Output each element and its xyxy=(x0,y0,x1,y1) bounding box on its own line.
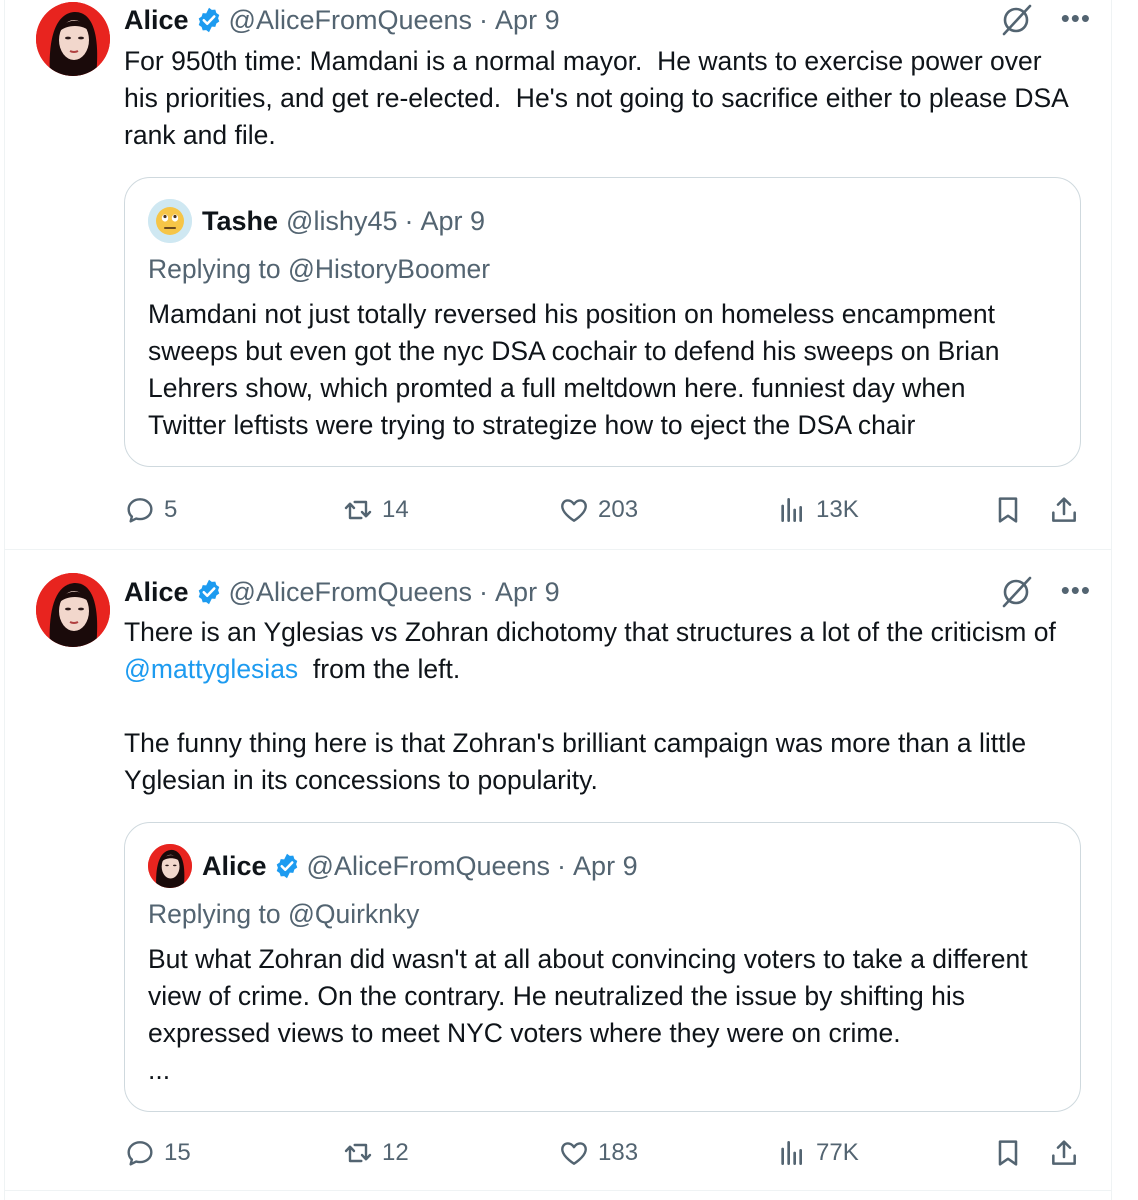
tweet-header: Alice @AliceFromQueens · Apr 9 xyxy=(124,572,1084,612)
tweet-date[interactable]: Apr 9 xyxy=(495,577,560,608)
separator-dot: · xyxy=(557,850,567,881)
bookmark-icon xyxy=(998,497,1018,523)
grok-icon[interactable] xyxy=(999,3,1033,37)
retweet-button[interactable]: 14 xyxy=(342,490,409,530)
replying-to[interactable]: Replying to @HistoryBoomer xyxy=(148,254,490,285)
reply-icon xyxy=(127,1141,153,1166)
tweet-text: For 950th time: Mamdani is a normal mayo… xyxy=(124,46,1069,150)
quoted-tweet-date[interactable]: Apr 9 xyxy=(573,851,638,882)
grok-icon[interactable] xyxy=(999,575,1033,609)
verified-badge-icon xyxy=(195,578,223,606)
tweet-actions: 5 14 203 13K xyxy=(124,490,1084,530)
timeline-feed: Alice @AliceFromQueens · Apr 9 ••• For 9… xyxy=(4,0,1112,1200)
face-emoji-avatar[interactable] xyxy=(148,199,192,243)
verified-badge-icon xyxy=(273,852,301,880)
quoted-tweet-header: Tashe @lishy45 · Apr 9 xyxy=(148,198,485,244)
views-icon xyxy=(781,498,802,522)
view-count: 77K xyxy=(816,1139,859,1166)
quoted-author-name[interactable]: Tashe xyxy=(202,206,278,237)
replying-to[interactable]: Replying to @Quirknky xyxy=(148,899,419,930)
mention-link[interactable]: @mattyglesias xyxy=(124,654,298,684)
like-icon xyxy=(561,1142,587,1165)
more-icon[interactable]: ••• xyxy=(1061,0,1091,36)
tweet-text-paragraph: The funny thing here is that Zohran's br… xyxy=(124,728,1027,795)
author-handle[interactable]: @AliceFromQueens xyxy=(229,5,473,36)
like-button[interactable]: 203 xyxy=(558,490,638,530)
verified-badge-icon xyxy=(195,6,223,34)
retweet-count: 14 xyxy=(382,496,409,523)
tweet-text-line: from the left. xyxy=(298,654,461,684)
tweet[interactable]: Alice @AliceFromQueens · Apr 9 ••• For 9… xyxy=(5,0,1111,550)
tweet-date[interactable]: Apr 9 xyxy=(495,5,560,36)
quoted-author-handle[interactable]: @AliceFromQueens xyxy=(307,851,551,882)
author-handle[interactable]: @AliceFromQueens xyxy=(229,577,473,608)
tweet[interactable]: Alice @AliceFromQueens · Apr 9 ••• There… xyxy=(5,550,1111,1191)
tweet-header: Alice @AliceFromQueens · Apr 9 xyxy=(124,0,1084,40)
like-button[interactable]: 183 xyxy=(558,1133,638,1173)
tweet-text: There is an Yglesias vs Zohran dichotomy… xyxy=(124,614,1094,688)
reply-icon xyxy=(127,498,153,523)
views-button[interactable]: 13K xyxy=(776,490,859,530)
quoted-author-handle[interactable]: @lishy45 xyxy=(286,206,397,237)
reply-button[interactable]: 5 xyxy=(124,490,177,530)
retweet-button[interactable]: 12 xyxy=(342,1133,409,1173)
separator-dot: · xyxy=(479,576,489,607)
quoted-tweet-text: But what Zohran did wasn't at all about … xyxy=(148,944,1028,1085)
tweet-actions: 15 12 183 77K xyxy=(124,1133,1084,1173)
share-icon xyxy=(1052,1140,1076,1165)
views-button[interactable]: 77K xyxy=(776,1133,859,1173)
avatar[interactable] xyxy=(36,2,110,76)
retweet-icon xyxy=(344,1143,372,1163)
retweet-icon xyxy=(344,500,372,520)
quoted-tweet-text: Mamdani not just totally reversed his po… xyxy=(148,299,1000,440)
retweet-count: 12 xyxy=(382,1139,409,1166)
share-button[interactable] xyxy=(1048,1133,1080,1173)
bookmark-button[interactable] xyxy=(992,1133,1024,1173)
quoted-author-name[interactable]: Alice xyxy=(202,851,267,882)
view-count: 13K xyxy=(816,496,859,523)
share-icon xyxy=(1052,497,1076,522)
reply-button[interactable]: 15 xyxy=(124,1133,191,1173)
author-name[interactable]: Alice xyxy=(124,577,189,608)
separator-dot: · xyxy=(479,4,489,35)
quoted-tweet[interactable]: Alice @AliceFromQueens · Apr 9 Replying … xyxy=(124,822,1081,1112)
tweet-text-line: There is an Yglesias vs Zohran dichotomy… xyxy=(124,617,1056,647)
reply-count: 5 xyxy=(164,496,178,523)
reply-count: 15 xyxy=(164,1139,191,1166)
author-name[interactable]: Alice xyxy=(124,5,189,36)
quoted-tweet-date[interactable]: Apr 9 xyxy=(421,206,486,237)
like-count: 203 xyxy=(598,496,639,523)
like-count: 183 xyxy=(598,1139,639,1166)
bookmark-icon xyxy=(998,1140,1018,1166)
separator-dot: · xyxy=(404,205,414,236)
like-icon xyxy=(561,499,587,522)
views-icon xyxy=(781,1141,802,1165)
share-button[interactable] xyxy=(1048,490,1080,530)
bookmark-button[interactable] xyxy=(992,490,1024,530)
quoted-tweet-header: Alice @AliceFromQueens · Apr 9 xyxy=(148,843,638,889)
more-icon[interactable]: ••• xyxy=(1061,572,1091,608)
avatar[interactable] xyxy=(148,844,192,888)
avatar[interactable] xyxy=(36,573,110,647)
quoted-tweet[interactable]: Tashe @lishy45 · Apr 9 Replying to @Hist… xyxy=(124,177,1081,467)
